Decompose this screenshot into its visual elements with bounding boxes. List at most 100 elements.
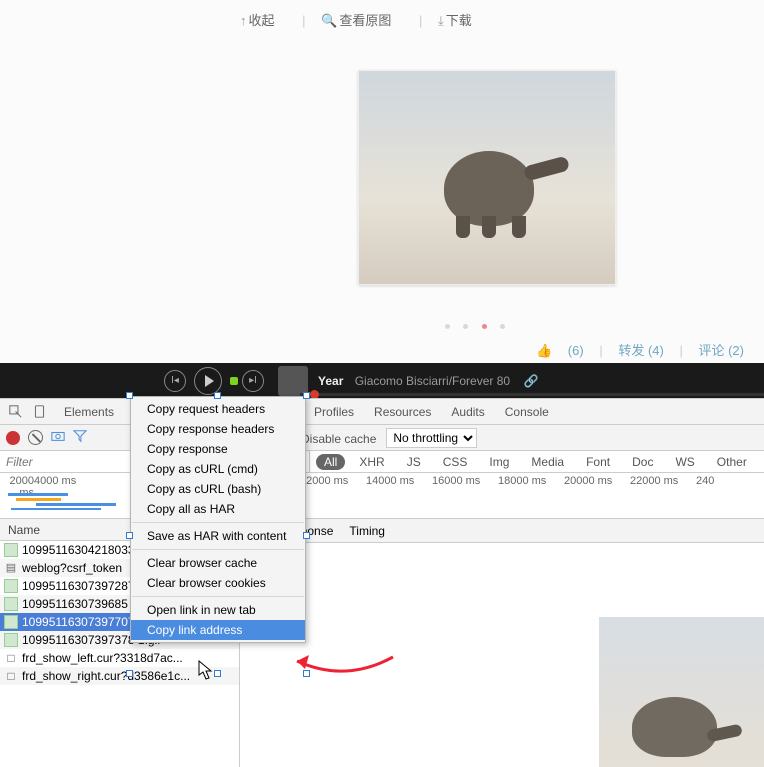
menu-item-clear-browser-cache[interactable]: Clear browser cache [131,553,305,573]
download-button[interactable]: ⤓下载 [438,13,484,28]
dot-2[interactable] [463,324,468,329]
type-pill-media[interactable]: Media [523,454,572,470]
request-name: frd_show_left.cur?3318d7ac... [22,649,183,667]
selection-handle-icon [214,392,221,399]
album-cover[interactable] [278,366,308,396]
timeline-tick: 18000 ms [498,475,564,499]
play-button[interactable] [194,367,222,395]
menu-item-copy-response-headers[interactable]: Copy response headers [131,419,305,439]
selection-handle-icon [126,392,133,399]
next-track-button[interactable]: ▸I [242,370,264,392]
social-bar: 👍 (6) | 转发 (4) | 评论 (2) [524,340,744,359]
timeline-overview[interactable]: 2000 ms4000 ms12000 ms14000 ms16000 ms18… [0,473,764,519]
type-pill-js[interactable]: JS [399,454,429,470]
type-pill-all[interactable]: All [316,454,345,470]
timeline-tick: 16000 ms [432,475,498,499]
request-name: 10995116307397287 [22,577,135,595]
tab-audits[interactable]: Audits [441,399,494,425]
view-original-button[interactable]: 🔍查看原图 [321,13,403,28]
divider: | [679,343,682,358]
divider: | [419,13,422,28]
devtools-tabbar: Elements Profiles Resources Audits Conso… [0,399,764,425]
selection-handle-icon [214,670,221,677]
collapse-button[interactable]: ↑收起 [240,13,287,28]
timeline-tick: 20000 ms [564,475,630,499]
carousel-dots[interactable] [440,318,510,332]
timeline-activity [6,493,126,513]
timeline-tick: 240 [696,475,762,499]
filter-icon[interactable] [73,429,87,446]
tab-elements[interactable]: Elements [54,399,124,425]
play-indicator-icon [230,377,238,385]
download-icon: ⤓ [438,13,444,28]
type-pill-img[interactable]: Img [481,454,517,470]
link-icon[interactable]: 🔗 [523,374,538,388]
image-preview[interactable] [358,70,616,285]
track-artist: Giacomo Bisciarri/Forever 80 [355,374,510,388]
record-button[interactable] [6,431,20,445]
inspect-icon[interactable] [6,403,24,421]
menu-item-copy-all-as-har[interactable]: Copy all as HAR [131,499,305,519]
other-file-icon [4,651,18,665]
type-pill-css[interactable]: CSS [435,454,476,470]
view-original-label: 查看原图 [339,13,391,28]
track-info: Year Giacomo Bisciarri/Forever 80 🔗 [318,374,538,388]
capture-screenshot-icon[interactable] [51,429,65,446]
dot-1[interactable] [445,324,450,329]
device-icon[interactable] [30,403,48,421]
up-icon: ↑ [240,13,247,28]
type-filter-pills: All XHR JS CSS Img Media Font Doc WS Other [310,451,761,472]
type-pill-other[interactable]: Other [709,454,755,470]
type-pill-doc[interactable]: Doc [624,454,661,470]
request-name: frd_show_right.cur?d3586e1c... [22,667,190,685]
like-count: (6) [568,343,584,358]
type-pill-font[interactable]: Font [578,454,618,470]
progress-bar[interactable] [300,393,764,396]
timeline-tick: 22000 ms [630,475,696,499]
menu-item-copy-as-curl-bash-[interactable]: Copy as cURL (bash) [131,479,305,499]
throttling-select[interactable]: No throttling [386,428,477,448]
request-name: weblog?csrf_token [22,559,122,577]
preview-body [240,543,764,767]
dot-4[interactable] [500,324,505,329]
download-label: 下载 [446,13,472,28]
dot-3[interactable] [482,324,487,329]
type-pill-xhr[interactable]: XHR [351,454,392,470]
preview-image [599,617,764,767]
menu-separator [132,596,304,597]
menu-item-open-link-in-new-tab[interactable]: Open link in new tab [131,600,305,620]
menu-item-copy-link-address[interactable]: Copy link address [131,620,305,640]
network-toolbar: Disable cache No throttling [0,425,764,451]
track-title: Year [318,374,343,388]
img-file-icon [4,579,18,593]
preview-tab-timing[interactable]: Timing [349,524,385,538]
request-row[interactable]: frd_show_right.cur?d3586e1c... [0,667,239,685]
menu-item-copy-response[interactable]: Copy response [131,439,305,459]
cat-image-content [434,141,564,236]
menu-separator [132,549,304,550]
img-file-icon [4,633,18,647]
menu-item-clear-browser-cookies[interactable]: Clear browser cookies [131,573,305,593]
timeline-tick: 12000 ms [300,475,366,499]
repost-button[interactable]: 转发 (4) [618,343,664,358]
type-pill-ws[interactable]: WS [667,454,702,470]
divider: | [599,343,602,358]
selection-handle-icon [126,532,133,539]
comment-button[interactable]: 评论 (2) [698,343,744,358]
tab-console[interactable]: Console [495,399,559,425]
clear-button[interactable] [28,430,43,445]
tab-profiles[interactable]: Profiles [304,399,364,425]
menu-item-copy-request-headers[interactable]: Copy request headers [131,399,305,419]
img-file-icon [4,615,18,629]
prev-track-button[interactable]: I◂ [164,370,186,392]
menu-item-save-as-har-with-content[interactable]: Save as HAR with content [131,526,305,546]
menu-item-copy-as-curl-cmd-[interactable]: Copy as cURL (cmd) [131,459,305,479]
doc-file-icon [4,561,18,575]
tab-resources[interactable]: Resources [364,399,441,425]
selection-handle-icon [303,532,310,539]
context-menu[interactable]: Copy request headersCopy response header… [130,396,306,643]
request-name: 10995116304218033 [22,541,135,559]
image-toolbar: ↑收起 | 🔍查看原图 | ⤓下载 [240,10,496,29]
like-button[interactable]: 👍 (6) [536,343,584,358]
request-row[interactable]: frd_show_left.cur?3318d7ac... [0,649,239,667]
